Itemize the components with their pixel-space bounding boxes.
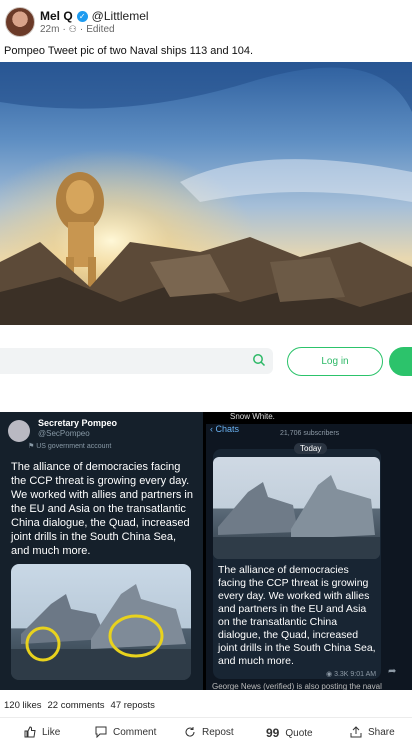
embed-toolbar: Log in [0,341,412,381]
likes-count[interactable]: 120 likes [4,700,42,711]
divider [0,717,412,718]
comments-count[interactable]: 22 comments [48,700,105,711]
channel-top-name: Snow White. [230,412,275,421]
post-time: 22m [40,24,60,35]
tweet-text: The alliance of democracies facing the C… [11,461,193,557]
share-icon [350,726,362,738]
date-chip: Today [294,443,328,454]
forward-icon: ➦ [388,666,397,677]
quote-icon: 99 [266,726,280,740]
search-input[interactable] [0,348,273,374]
engagement-stats: 120 likes 22 comments 47 reposts [4,700,155,711]
like-button[interactable]: Like [24,726,60,738]
author-name[interactable]: Mel Q [40,9,73,23]
author-row: Mel Q ✓ @Littlemel [40,9,149,23]
thumbs-up-icon [24,726,36,738]
action-bar: Like Comment Repost 99 Quote Share [0,723,412,745]
reposts-count[interactable]: 47 reposts [111,700,155,711]
next-message-preview: George News (verified) is also posting t… [212,682,382,690]
post-header: Mel Q ✓ @Littlemel 22m · ⚇ · Edited [0,0,412,40]
ships-photo [11,564,191,680]
message-text: The alliance of democracies facing the C… [218,564,376,667]
edited-label: Edited [86,24,115,35]
login-button[interactable]: Log in [287,347,383,376]
screenshot-collage[interactable]: Secretary Pompeo @SecPompeo ⚑ US governm… [0,412,412,690]
share-button[interactable]: Share [350,726,395,738]
author-handle[interactable]: @Littlemel [92,9,149,23]
people-icon: ⚇ [68,24,77,34]
subscriber-count: 21,706 subscribers [280,430,340,437]
quote-button[interactable]: 99 Quote [266,726,313,740]
tweet-author: Secretary Pompeo [38,418,118,428]
search-icon[interactable] [252,353,266,367]
comment-icon [95,726,107,738]
post-meta: 22m · ⚇ · Edited [40,24,115,35]
lion-image[interactable] [0,62,412,325]
back-chats-link: ‹ Chats [210,424,240,434]
avatar[interactable] [5,7,35,37]
pompeo-avatar [8,420,30,442]
repost-button[interactable]: Repost [184,726,234,738]
signup-button[interactable] [389,347,412,376]
verified-icon: ✓ [76,10,88,22]
tweet-handle: @SecPompeo [38,429,90,438]
post-text: Pompeo Tweet pic of two Naval ships 113 … [4,45,254,57]
repost-icon [185,727,195,737]
gov-account-badge: ⚑ US government account [28,443,112,450]
telegram-screenshot: Snow White. ‹ Chats 21,706 subscribers T… [206,412,412,690]
ships-photo-2 [213,457,380,559]
views-time: ◉ 3.3K 9:01 AM [326,671,377,678]
twitter-screenshot: Secretary Pompeo @SecPompeo ⚑ US governm… [0,412,203,690]
comment-button[interactable]: Comment [95,726,156,738]
